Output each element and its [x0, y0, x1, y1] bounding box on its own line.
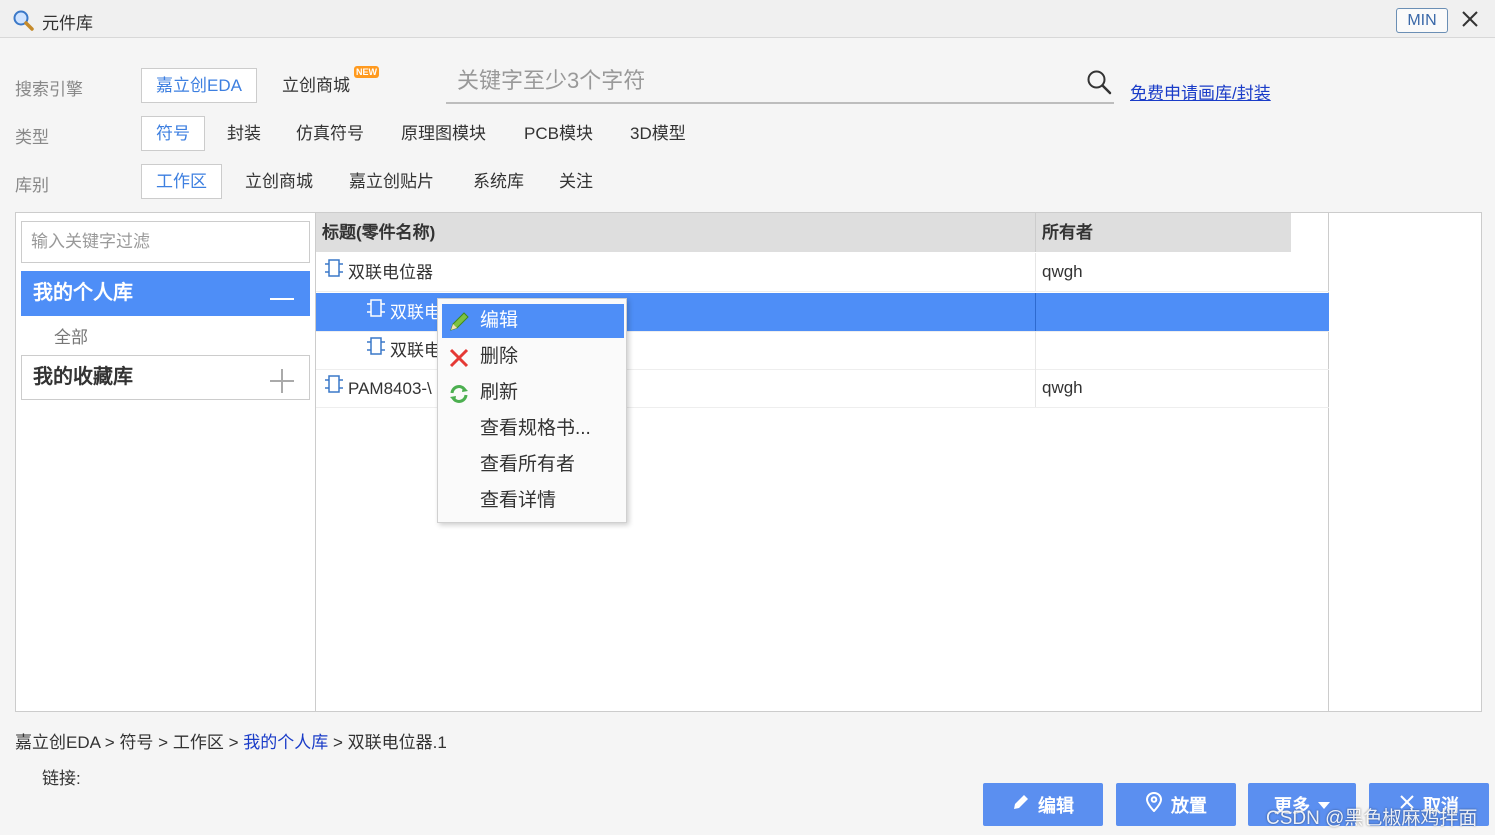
free-request-link[interactable]: 免费申请画库/封装: [1130, 79, 1271, 104]
pencil-icon: [1012, 793, 1030, 816]
new-badge: NEW: [354, 66, 379, 78]
library-option-follow[interactable]: 关注: [544, 164, 608, 199]
minimize-button[interactable]: MIN: [1396, 8, 1448, 33]
personal-library-header[interactable]: 我的个人库: [21, 271, 310, 316]
favorite-library-header[interactable]: 我的收藏库: [21, 355, 310, 400]
favorite-library-label: 我的收藏库: [33, 366, 133, 388]
table-header: 标题(零件名称) 所有者: [316, 213, 1291, 252]
row-title: 双联电: [390, 341, 441, 360]
menu-item-refresh[interactable]: 刷新: [442, 376, 624, 410]
link-label: 链接:: [42, 769, 81, 788]
menu-item-delete[interactable]: 删除: [442, 340, 624, 374]
breadcrumb-link-personal-lib[interactable]: 我的个人库: [243, 733, 328, 752]
menu-item-view-datasheet[interactable]: 查看规格书...: [442, 412, 624, 446]
component-symbol-icon: [366, 331, 386, 370]
type-option-3d-model[interactable]: 3D模型: [615, 116, 701, 151]
expand-icon[interactable]: [269, 367, 295, 410]
search-box: [446, 60, 1114, 104]
library-tree-pane: 我的个人库 全部 我的收藏库: [16, 213, 316, 711]
window-title: 元件库: [42, 14, 93, 33]
magnifier-icon: [12, 9, 34, 36]
menu-item-view-details[interactable]: 查看详情: [442, 484, 624, 518]
collapse-icon[interactable]: [269, 283, 295, 326]
column-header-title[interactable]: 标题(零件名称): [316, 213, 435, 252]
engine-option-jlceda[interactable]: 嘉立创EDA: [141, 68, 257, 103]
place-button[interactable]: 放置: [1116, 783, 1236, 826]
search-icon[interactable]: [1086, 69, 1112, 100]
component-library-window: 元件库 MIN 搜索引擎 嘉立创EDA 立创商城 NEW 免费申请画库/封装 类…: [0, 0, 1495, 835]
menu-item-view-owner[interactable]: 查看所有者: [442, 448, 624, 482]
close-icon[interactable]: [1458, 7, 1482, 31]
personal-library-label: 我的个人库: [33, 282, 133, 304]
component-symbol-icon: [324, 369, 344, 408]
row-title: 双联电: [390, 303, 441, 322]
search-input[interactable]: [446, 60, 1066, 102]
type-option-pcb-module[interactable]: PCB模块: [509, 116, 608, 151]
row-owner: qwgh: [1035, 253, 1291, 291]
library-option-system[interactable]: 系统库: [458, 164, 539, 199]
title-bar: 元件库 MIN: [0, 0, 1495, 38]
search-engine-label: 搜索引擎: [15, 80, 83, 99]
type-option-sim-symbol[interactable]: 仿真符号: [281, 116, 379, 151]
library-label: 库别: [15, 176, 49, 195]
row-owner: [1035, 331, 1291, 369]
row-owner: qwgh: [1035, 369, 1291, 407]
component-symbol-icon: [366, 293, 386, 332]
table-row[interactable]: 双联电位器 qwgh: [316, 253, 1329, 292]
row-title: 双联电位器: [348, 263, 433, 282]
library-option-lcsc[interactable]: 立创商城: [230, 164, 328, 199]
engine-option-lcsc[interactable]: 立创商城: [267, 68, 365, 103]
breadcrumb: 嘉立创EDA > 符号 > 工作区 > 我的个人库 > 双联电位器.1: [15, 733, 447, 752]
row-owner: [1035, 293, 1291, 331]
component-symbol-icon: [324, 253, 344, 292]
type-label: 类型: [15, 128, 49, 147]
library-option-workspace[interactable]: 工作区: [141, 164, 222, 199]
context-menu: 编辑 删除 刷新 查看规格书... 查看所有者 查看详情: [437, 298, 627, 523]
library-option-jlc-smt[interactable]: 嘉立创贴片: [334, 164, 449, 199]
filter-input[interactable]: [21, 221, 310, 263]
personal-library-all[interactable]: 全部: [54, 323, 88, 348]
location-pin-icon: [1145, 791, 1163, 817]
row-title: PAM8403-\: [348, 379, 432, 398]
main-panel: 我的个人库 全部 我的收藏库 标题(零件名称) 所有者: [15, 212, 1482, 712]
watermark: CSDN @黑色椒麻鸡拌面: [1266, 808, 1478, 829]
type-option-symbol[interactable]: 符号: [141, 116, 205, 151]
column-header-owner[interactable]: 所有者: [1035, 213, 1291, 252]
type-option-sch-module[interactable]: 原理图模块: [386, 116, 501, 151]
menu-item-edit[interactable]: 编辑: [442, 304, 624, 338]
edit-button[interactable]: 编辑: [983, 783, 1103, 826]
type-option-footprint[interactable]: 封装: [212, 116, 276, 151]
